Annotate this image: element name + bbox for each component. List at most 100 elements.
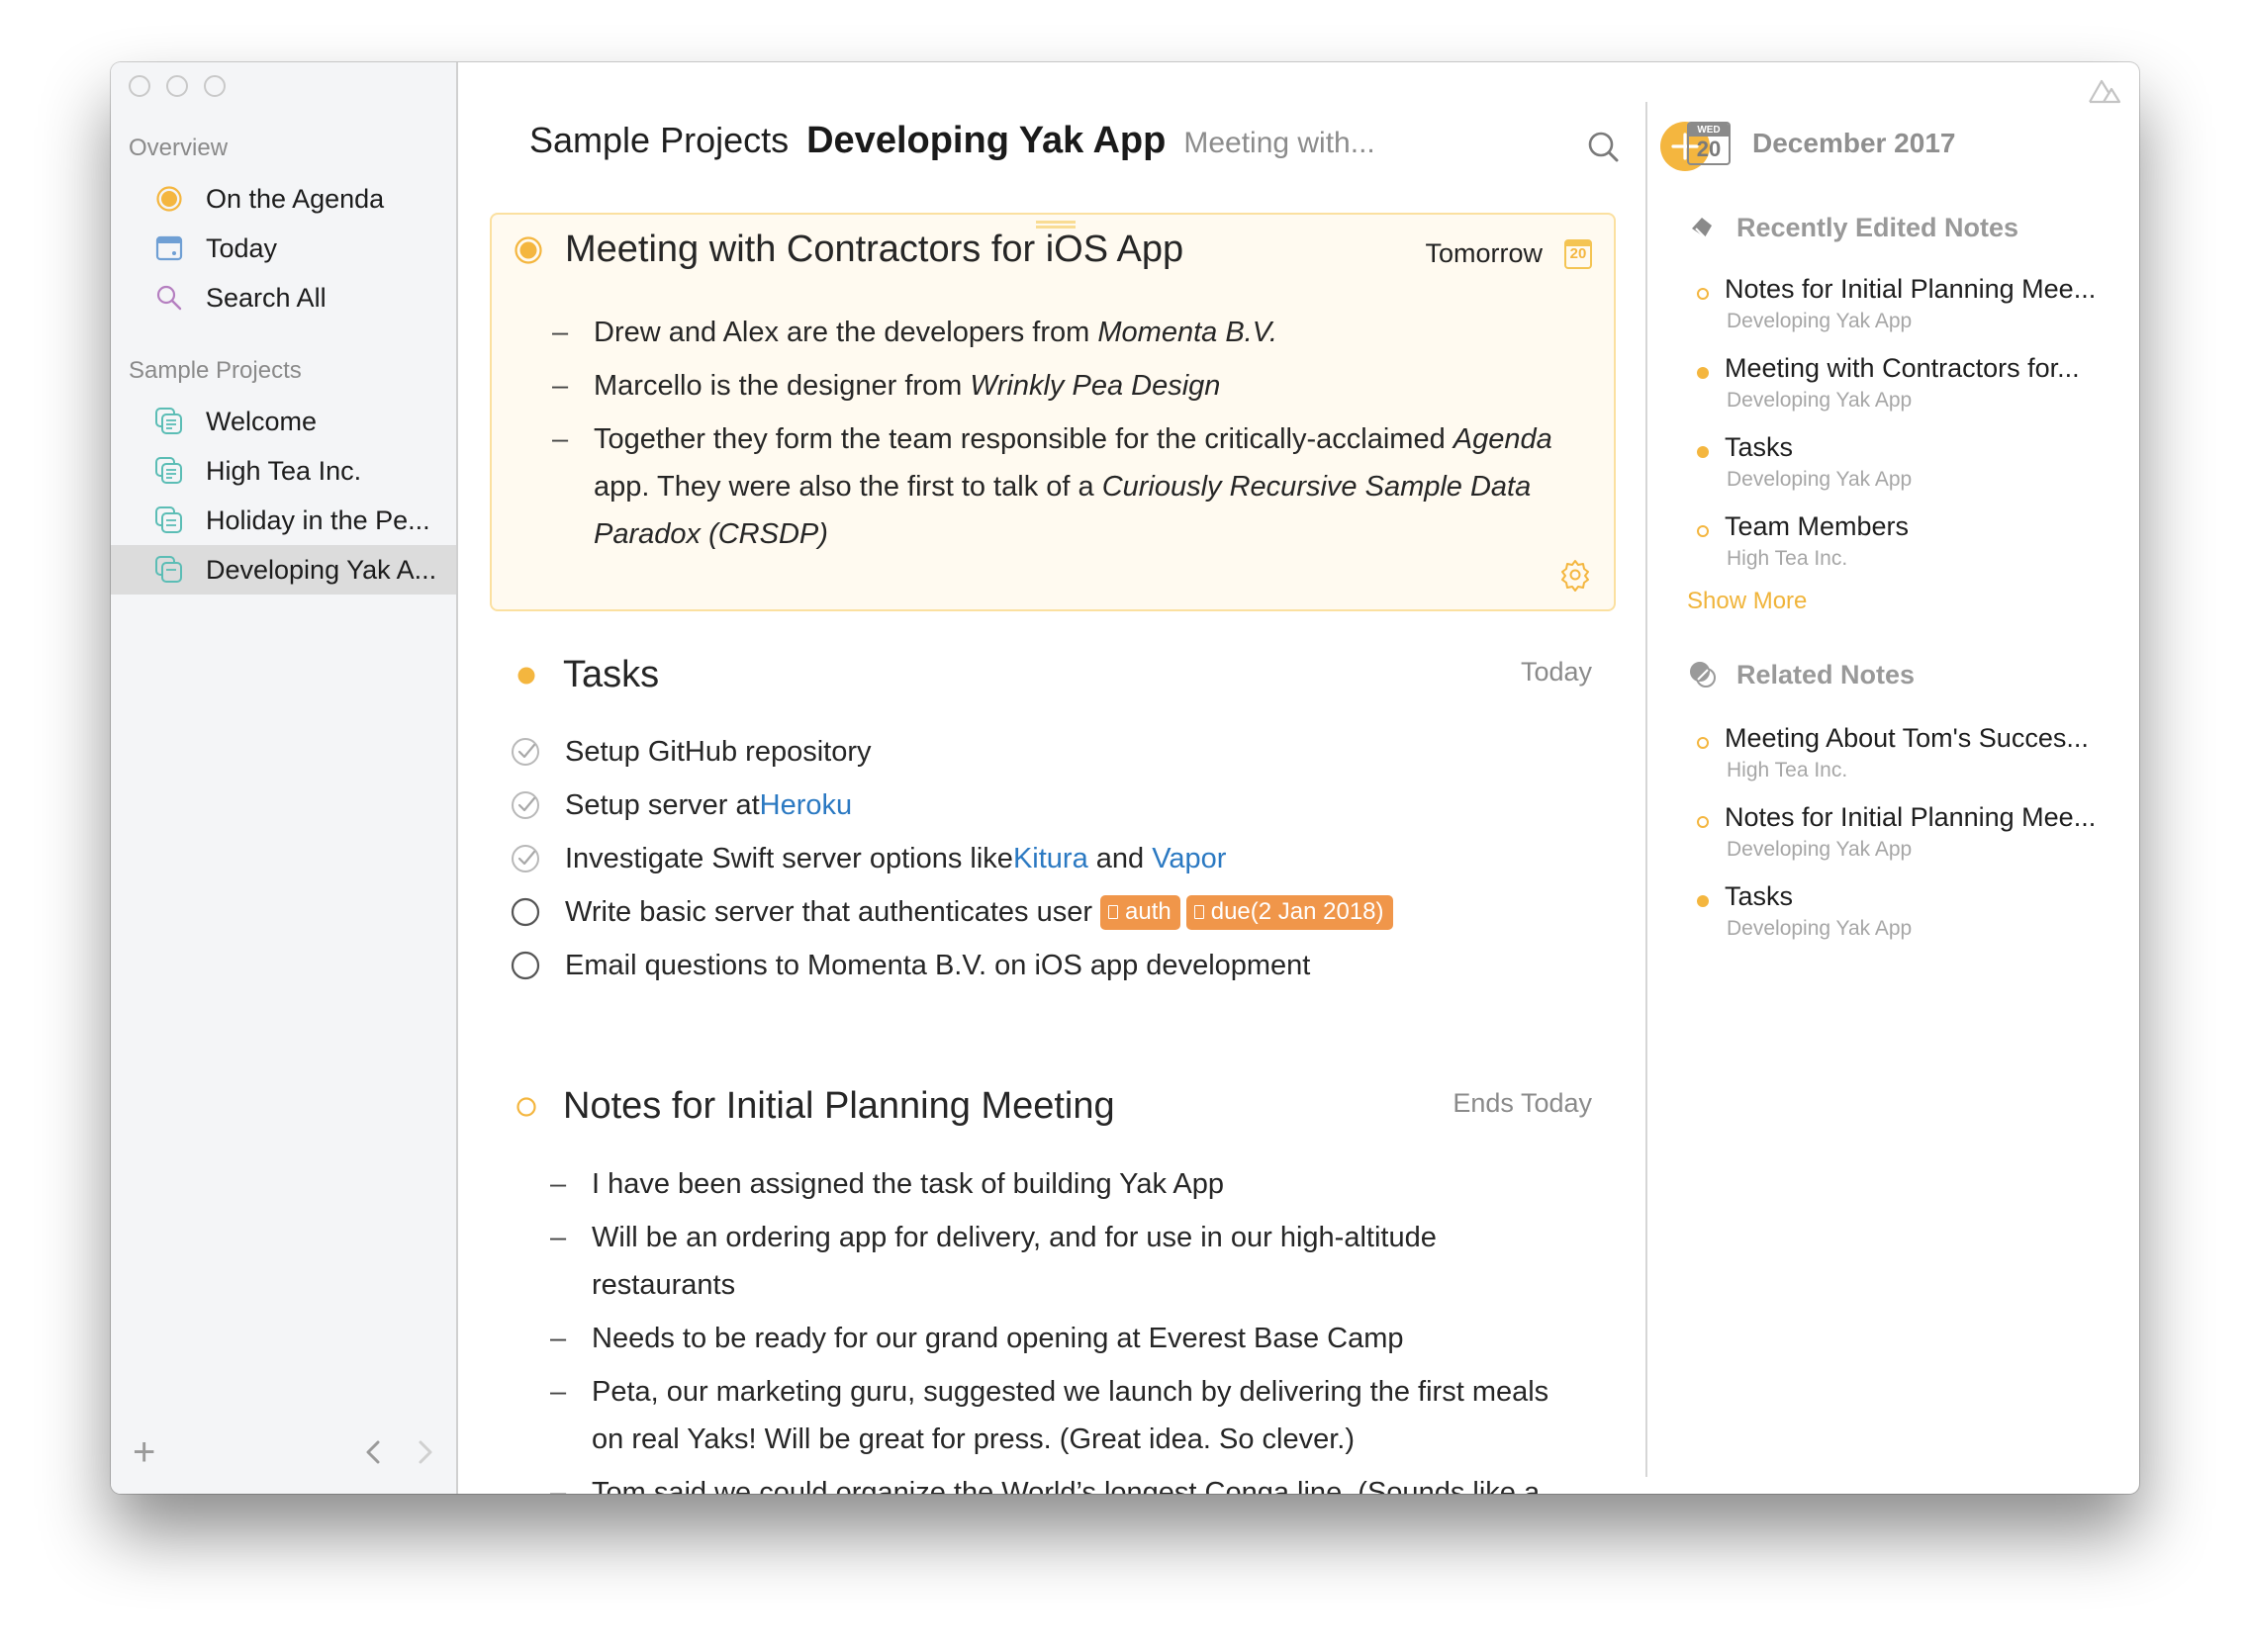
task-item: Email questions to Momenta B.V. on iOS a… bbox=[510, 946, 1310, 985]
sidebar-item-label: Developing Yak A... bbox=[206, 554, 437, 585]
search-icon bbox=[1588, 132, 1619, 162]
project-notes-icon bbox=[154, 505, 184, 535]
chevron-left-icon bbox=[366, 1440, 380, 1464]
pencil-icon bbox=[1687, 212, 1719, 243]
calendar-icon: 20 bbox=[1564, 238, 1592, 269]
note-header-planning: Notes for Initial Planning Meeting bbox=[512, 1085, 1115, 1128]
add-project-button[interactable]: + bbox=[133, 1432, 155, 1472]
project-notes-icon bbox=[154, 407, 184, 436]
note-bullet: – Together they form the team responsible… bbox=[552, 423, 1552, 550]
date-header: WED 20 December 2017 bbox=[1687, 122, 1955, 165]
note-settings-gear-icon[interactable] bbox=[1558, 558, 1592, 592]
link-heroku[interactable]: Heroku bbox=[760, 789, 853, 822]
note-date[interactable]: Tomorrow 20 bbox=[1425, 238, 1592, 269]
sidebar-item-developing-yak-app[interactable]: Developing Yak A... bbox=[111, 545, 456, 595]
agenda-radio-icon bbox=[154, 184, 184, 214]
sidebar-item-holiday[interactable]: Holiday in the Pe... bbox=[111, 496, 456, 545]
status-dot-icon bbox=[1697, 816, 1709, 828]
note-header: Meeting with Contractors for iOS App bbox=[514, 229, 1183, 271]
sidebar-item-label: Welcome bbox=[206, 406, 318, 436]
note-bullet: – Drew and Alex are the developers from M… bbox=[552, 317, 1277, 348]
sidebar: Overview On the Agenda Today Search All … bbox=[111, 62, 458, 1494]
tag-icon bbox=[1108, 904, 1118, 919]
sidebar-item-label: Today bbox=[206, 232, 278, 263]
breadcrumb[interactable]: Sample Projects bbox=[529, 120, 789, 161]
show-more-link[interactable]: Show More bbox=[1687, 588, 1807, 615]
note-bullet: – Peta, our marketing guru, suggested we … bbox=[550, 1376, 1549, 1455]
close-window-button[interactable] bbox=[129, 75, 150, 97]
section-related-notes: Related Notes bbox=[1687, 659, 1915, 690]
sidebar-item-label: High Tea Inc. bbox=[206, 455, 362, 486]
status-dot-icon bbox=[1697, 288, 1709, 300]
calendar-today-icon bbox=[154, 233, 184, 263]
task-item: Setup server at Heroku bbox=[510, 785, 852, 825]
task-item: Investigate Swift server options like Ki… bbox=[510, 839, 1226, 878]
note-date-label: Tomorrow bbox=[1425, 238, 1543, 268]
note-bullet: – I have been assigned the task of buildi… bbox=[550, 1168, 1225, 1200]
note-bullet: – Will be an ordering app for delivery, a… bbox=[550, 1222, 1437, 1301]
chevron-right-icon bbox=[419, 1440, 432, 1464]
task-item: Setup GitHub repository bbox=[510, 732, 871, 772]
forward-button[interactable] bbox=[416, 1438, 435, 1471]
link-vapor[interactable]: Vapor bbox=[1152, 843, 1226, 875]
tag-icon bbox=[1193, 904, 1204, 919]
sidebar-item-on-the-agenda[interactable]: On the Agenda bbox=[111, 174, 456, 224]
header: Sample Projects Developing Yak App Meeti… bbox=[529, 120, 1375, 162]
sidebar-item-today[interactable]: Today bbox=[111, 224, 456, 273]
task-item: Write basic server that authenticates us… bbox=[510, 892, 1393, 932]
right-panel: WED 20 December 2017 Recently Edited Not… bbox=[1647, 62, 2139, 1494]
checkbox-empty-icon[interactable] bbox=[510, 950, 541, 981]
related-notes-icon bbox=[1687, 659, 1719, 690]
project-notes-icon bbox=[154, 555, 184, 585]
current-note-subtitle: Meeting with... bbox=[1183, 127, 1375, 159]
status-dot-icon bbox=[1697, 737, 1709, 749]
tag-due[interactable]: due(2 Jan 2018) bbox=[1185, 894, 1393, 930]
note-title[interactable]: Notes for Initial Planning Meeting bbox=[563, 1085, 1115, 1128]
note-title[interactable]: Meeting with Contractors for iOS App bbox=[565, 229, 1183, 271]
note-date[interactable]: Ends Today bbox=[1453, 1088, 1592, 1119]
checkbox-checked-icon[interactable] bbox=[510, 736, 541, 768]
sidebar-section-sample-projects: Sample Projects bbox=[129, 357, 302, 384]
status-dot-icon bbox=[1697, 446, 1709, 458]
drag-handle[interactable] bbox=[1036, 221, 1076, 229]
zoom-window-button[interactable] bbox=[204, 75, 226, 97]
status-dot-icon bbox=[1697, 367, 1709, 379]
tag-auth[interactable]: auth bbox=[1100, 894, 1180, 930]
link-kitura[interactable]: Kitura bbox=[1013, 843, 1088, 875]
sidebar-item-label: Search All bbox=[206, 282, 327, 313]
sidebar-item-welcome[interactable]: Welcome bbox=[111, 397, 456, 446]
back-button[interactable] bbox=[363, 1438, 383, 1471]
minimize-window-button[interactable] bbox=[166, 75, 188, 97]
note-date[interactable]: Today bbox=[1521, 657, 1592, 688]
calendar-icon: WED 20 bbox=[1687, 122, 1731, 165]
main-content: Sample Projects Developing Yak App Meeti… bbox=[458, 62, 1710, 1494]
note-title[interactable]: Tasks bbox=[563, 654, 659, 696]
project-notes-icon bbox=[154, 456, 184, 486]
agenda-hollow-dot-icon[interactable] bbox=[512, 1092, 541, 1122]
note-header-tasks: Tasks bbox=[512, 654, 659, 696]
sidebar-section-overview: Overview bbox=[129, 135, 229, 161]
page-title: Developing Yak App bbox=[806, 120, 1167, 161]
search-icon bbox=[154, 283, 184, 313]
status-dot-icon bbox=[1697, 525, 1709, 537]
agenda-radio-icon[interactable] bbox=[514, 235, 543, 265]
sidebar-item-label: Holiday in the Pe... bbox=[206, 505, 430, 535]
search-button[interactable] bbox=[1584, 128, 1624, 167]
sidebar-item-search-all[interactable]: Search All bbox=[111, 273, 456, 322]
window-controls bbox=[129, 75, 226, 97]
note-bullet: – Marcello is the designer from Wrinkly P… bbox=[552, 370, 1221, 402]
agenda-dot-icon[interactable] bbox=[512, 661, 541, 690]
mountain-icon[interactable] bbox=[2088, 78, 2121, 109]
note-bullet: – Tom said we could organize the World’s … bbox=[550, 1477, 1541, 1494]
checkbox-empty-icon[interactable] bbox=[510, 896, 541, 928]
status-dot-icon bbox=[1697, 895, 1709, 907]
app-window: Overview On the Agenda Today Search All … bbox=[111, 62, 2139, 1494]
checkbox-checked-icon[interactable] bbox=[510, 789, 541, 821]
note-bullet: – Needs to be ready for our grand opening… bbox=[550, 1323, 1404, 1354]
checkbox-checked-icon[interactable] bbox=[510, 843, 541, 874]
sidebar-item-label: On the Agenda bbox=[206, 183, 385, 214]
current-date: December 2017 bbox=[1752, 128, 1956, 158]
sidebar-item-high-tea[interactable]: High Tea Inc. bbox=[111, 446, 456, 496]
note-card-meeting[interactable]: Meeting with Contractors for iOS App Tom… bbox=[490, 213, 1616, 611]
sidebar-footer: + bbox=[111, 1424, 456, 1494]
